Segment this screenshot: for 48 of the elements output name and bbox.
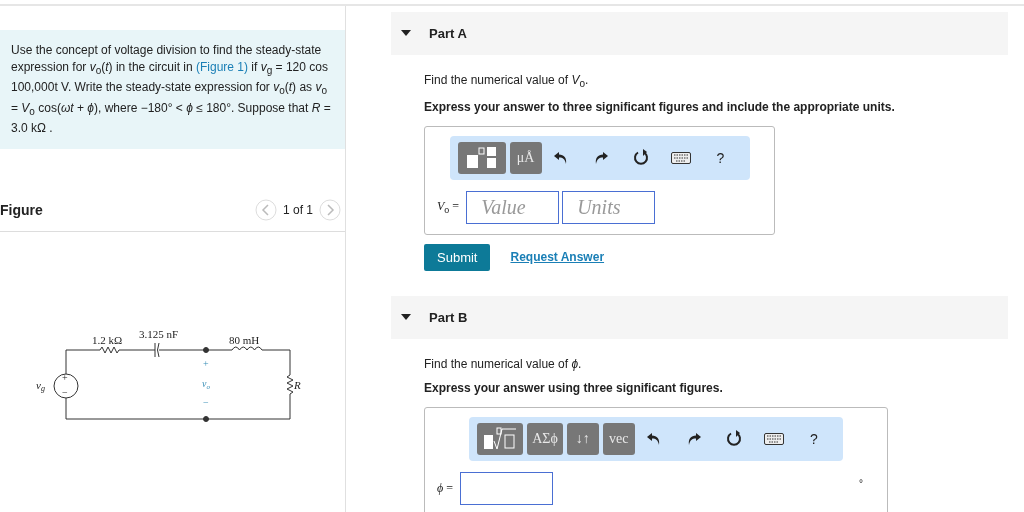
keyboard-icon bbox=[670, 151, 691, 164]
problem-text: Use the concept of voltage division to find the steady-state expression for v$_{o}$(t) in the circuit in (Figure 1) if v$_{g}$ = 120 cos 100,000t V. Write the steady-state expression for v$_{o}$(t) as v$_{o}$ = V$_{o}$ cos(ωt + ϕ), where −180° < ϕ ≤ 180°. Suppose that R = 3.0 kΩ . bbox=[0, 30, 345, 150]
polarity-sign: + bbox=[203, 358, 209, 370]
component-label: 80 mH bbox=[229, 334, 260, 347]
fraction-template-icon bbox=[464, 145, 499, 170]
figure-title: Figure bbox=[0, 202, 43, 219]
help-button[interactable]: ? bbox=[705, 141, 736, 174]
component-label: R bbox=[294, 379, 301, 392]
field-label: V$_{o}$ = bbox=[437, 198, 460, 216]
polarity-sign: − bbox=[203, 397, 209, 409]
question-text: Find the numerical value of V$_{o}$. bbox=[424, 73, 589, 90]
template-button[interactable] bbox=[457, 141, 506, 174]
polarity-sign: + bbox=[62, 372, 68, 384]
keyboard-icon bbox=[763, 433, 784, 445]
redo-icon bbox=[593, 151, 608, 164]
page-indicator: 1 of 1 bbox=[282, 203, 313, 218]
part-title: Part B bbox=[429, 309, 468, 325]
request-answer-link[interactable]: Request Answer bbox=[510, 250, 605, 265]
undo-icon bbox=[553, 151, 568, 164]
radical-template-icon bbox=[482, 427, 519, 451]
polarity-sign: − bbox=[62, 387, 68, 399]
unit-symbol: ° bbox=[859, 478, 863, 489]
part-title: Part A bbox=[429, 25, 467, 41]
instruction-text: Express your answer to three significant figures and include the appropriate units. bbox=[424, 99, 895, 114]
symbol-button[interactable]: vec bbox=[602, 423, 635, 455]
answer-field[interactable] bbox=[460, 472, 553, 505]
field-label: ϕ = bbox=[437, 481, 453, 496]
submit-button[interactable]: Submit bbox=[424, 243, 491, 271]
answer-field[interactable]: Units bbox=[562, 190, 656, 224]
component-label: 1.2 kΩ bbox=[92, 334, 123, 347]
undo-icon bbox=[646, 433, 661, 445]
answer-field[interactable]: Value bbox=[466, 190, 560, 224]
voltage-label: v$_{o}$ bbox=[202, 378, 210, 392]
symbol-button[interactable]: ΑΣϕ bbox=[527, 423, 563, 455]
help-button[interactable]: ? bbox=[798, 423, 829, 455]
question-text: Find the numerical value of ϕ. bbox=[424, 357, 582, 371]
figure-link[interactable]: (Figure 1) bbox=[196, 60, 248, 74]
voltage-label: v$_{g}$ bbox=[36, 379, 45, 394]
reset-icon bbox=[632, 149, 649, 167]
part-header[interactable]: Part A bbox=[391, 11, 1008, 56]
component-label: 3.125 nF bbox=[139, 328, 179, 341]
template-button[interactable] bbox=[477, 423, 524, 455]
symbol-button[interactable]: ↓↑ bbox=[566, 423, 599, 455]
redo-icon bbox=[686, 433, 701, 445]
instruction-text: Express your answer using three significant figures. bbox=[424, 381, 723, 395]
symbol-button[interactable]: μÅ bbox=[509, 141, 542, 174]
reset-icon bbox=[725, 430, 742, 448]
part-header[interactable]: Part B bbox=[391, 295, 1008, 339]
